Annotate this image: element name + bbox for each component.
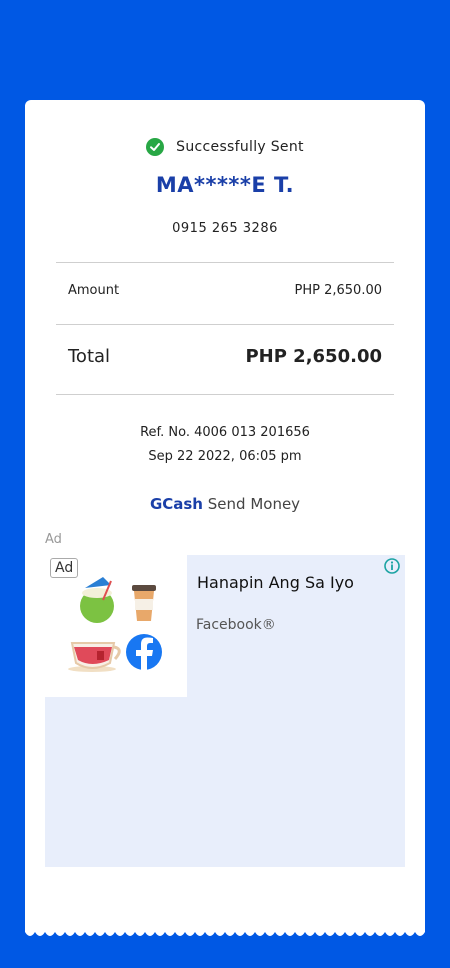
total-label: Total [68,346,111,367]
reference-block: Ref. No. 4006 013 201656 Sep 22 2022, 06… [25,421,425,469]
divider [56,394,394,395]
check-circle-icon [146,138,165,156]
status-text: Successfully Sent [176,139,304,155]
coconut-drink-icon [80,577,114,623]
divider [56,324,394,325]
ad-label: Ad [45,532,62,547]
tea-cup-icon [68,642,121,672]
facebook-logo-icon [126,634,162,670]
amount-row: Amount PHP 2,650.00 [68,283,382,298]
transaction-datetime: Sep 22 2022, 06:05 pm [148,449,302,464]
total-value: PHP 2,650.00 [245,346,382,367]
recipient-name: MA*****E T. [155,173,295,197]
divider [56,262,394,263]
recipient-number: 0915 265 3286 [172,221,278,236]
brand-name: GCash [149,495,203,513]
receipt-torn-edge [25,926,425,936]
receipt-card: Successfully Sent MA*****E T. 0915 265 3… [25,100,425,930]
brand-service: Send Money [207,495,301,513]
brand-footer: GCash Send Money [25,495,425,513]
ad-source: Facebook® [196,617,276,633]
ad-title[interactable]: Hanapin Ang Sa Iyo [197,573,354,592]
ad-badge: Ad [50,558,79,578]
ad-thumbnail[interactable]: Ad [45,555,187,697]
amount-value: PHP 2,650.00 [294,283,382,298]
reference-number: Ref. No. 4006 013 201656 [140,425,310,440]
status-row: Successfully Sent [25,138,425,156]
ad-banner[interactable]: Ad Hanapin Ang Sa Iyo Facebook® [45,555,405,867]
total-row: Total PHP 2,650.00 [68,346,382,367]
coffee-cup-icon [132,585,156,621]
info-icon[interactable] [383,557,401,575]
amount-label: Amount [68,283,120,298]
